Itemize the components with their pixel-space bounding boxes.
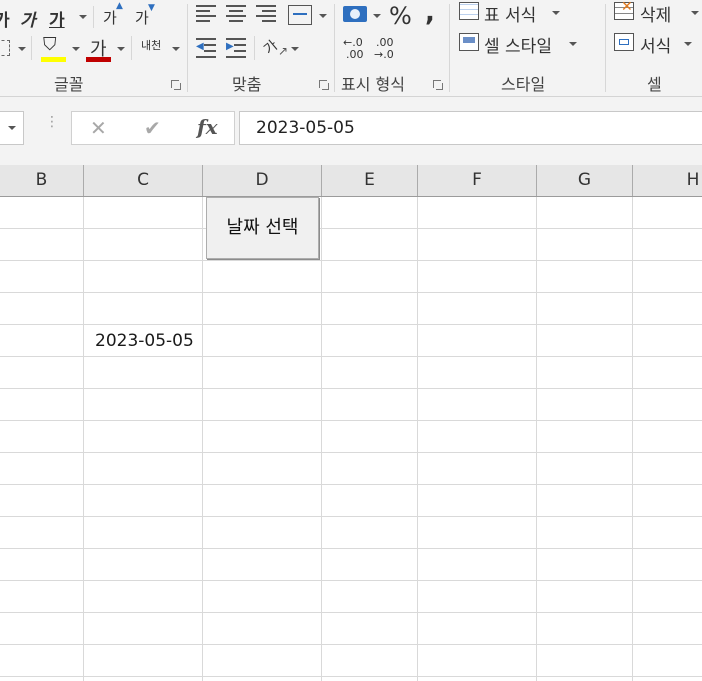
increase-indent-icon[interactable]: ▶ bbox=[226, 38, 248, 58]
column-header-f[interactable]: F bbox=[418, 165, 537, 196]
number-group-label: 표시 형식 bbox=[341, 75, 405, 94]
delete-dropdown-icon[interactable] bbox=[691, 11, 699, 15]
number-group: % , ←.0 .00 .00 →.0 표시 형식 bbox=[335, 0, 448, 97]
column-header-e[interactable]: E bbox=[322, 165, 418, 196]
column-header-g[interactable]: G bbox=[537, 165, 633, 196]
number-launcher-icon[interactable] bbox=[433, 80, 443, 90]
font-color-bar bbox=[86, 57, 111, 62]
table-format-icon bbox=[459, 2, 479, 20]
accounting-format-icon[interactable] bbox=[343, 6, 367, 22]
font-group: 가 가 가 가 ▲ 가 ▼ ⛉ 가 내천 글꼴 bbox=[0, 0, 187, 97]
cancel-icon[interactable]: ✕ bbox=[90, 116, 107, 140]
orientation-arrow-icon: ↗ bbox=[278, 44, 289, 58]
italic-button[interactable]: 가 bbox=[20, 6, 36, 31]
delete-cells-icon: ✕ bbox=[614, 0, 634, 20]
delete-cells-button[interactable]: 삭제 bbox=[640, 1, 671, 26]
font-group-label: 글꼴 bbox=[54, 75, 84, 94]
grow-font-button[interactable]: 가 bbox=[103, 7, 117, 28]
shrink-font-button[interactable]: 가 bbox=[135, 7, 149, 28]
percent-button[interactable]: % bbox=[389, 2, 412, 30]
cell-style-button[interactable]: 셀 스타일 bbox=[484, 32, 552, 57]
cells-group: ✕ 삭제 서식 셀 bbox=[606, 0, 702, 97]
comma-button[interactable]: , bbox=[425, 0, 435, 28]
alignment-launcher-icon[interactable] bbox=[319, 80, 329, 90]
format-cells-button[interactable]: 서식 bbox=[640, 32, 671, 57]
fill-color-icon[interactable]: ⛉ bbox=[43, 34, 57, 55]
merge-dropdown-icon[interactable] bbox=[319, 14, 327, 18]
cell-c5-value[interactable]: 2023-05-05 bbox=[95, 331, 194, 351]
ribbon: 가 가 가 가 ▲ 가 ▼ ⛉ 가 내천 글꼴 ◀ ▶ 가 ↗ 맞춤 % , ←… bbox=[0, 0, 702, 97]
align-middle-icon[interactable] bbox=[226, 5, 248, 25]
cell-style-icon bbox=[459, 33, 479, 51]
name-box-dropdown-icon[interactable] bbox=[8, 126, 16, 130]
merge-center-icon[interactable] bbox=[288, 5, 312, 25]
fill-color-bar bbox=[41, 57, 66, 62]
enter-icon[interactable]: ✔ bbox=[144, 116, 161, 140]
grow-font-arrow-icon: ▲ bbox=[116, 1, 123, 11]
column-headers: B C D E F G H bbox=[0, 165, 702, 197]
column-header-h[interactable]: H bbox=[633, 165, 702, 196]
accounting-dropdown-icon[interactable] bbox=[373, 14, 381, 18]
fill-color-dropdown-icon[interactable] bbox=[72, 47, 80, 51]
decrease-indent-icon[interactable]: ◀ bbox=[196, 38, 218, 58]
column-header-c[interactable]: C bbox=[84, 165, 203, 196]
column-header-b[interactable]: B bbox=[0, 165, 84, 196]
decrease-decimal-button[interactable]: .00 →.0 bbox=[374, 36, 402, 64]
cells-group-label: 셀 bbox=[647, 75, 662, 94]
formula-bar-area: ⋮ ✕ ✔ fx 2023-05-05 bbox=[0, 97, 702, 165]
column-header-d[interactable]: D bbox=[203, 165, 322, 196]
align-top-icon[interactable] bbox=[196, 5, 218, 25]
formula-input[interactable]: 2023-05-05 bbox=[239, 111, 702, 145]
table-format-button[interactable]: 표 서식 bbox=[484, 1, 536, 26]
format-dropdown-icon[interactable] bbox=[684, 42, 692, 46]
alignment-group: ◀ ▶ 가 ↗ 맞춤 bbox=[188, 0, 334, 97]
borders-dropdown-icon[interactable] bbox=[18, 47, 26, 51]
shrink-font-arrow-icon: ▼ bbox=[148, 3, 155, 13]
cell-grid[interactable]: 2023-05-05 bbox=[0, 197, 702, 681]
borders-icon[interactable] bbox=[0, 40, 10, 56]
table-format-dropdown-icon[interactable] bbox=[552, 11, 560, 15]
date-select-button[interactable]: 날짜 선택 bbox=[206, 197, 319, 259]
increase-decimal-button[interactable]: ←.0 .00 bbox=[343, 36, 371, 64]
formula-bar-splitter-icon[interactable]: ⋮ bbox=[45, 115, 59, 129]
font-glyph-partial: 가 bbox=[0, 11, 10, 31]
font-color-dropdown-icon[interactable] bbox=[117, 47, 125, 51]
align-bottom-icon[interactable] bbox=[256, 5, 278, 25]
formula-buttons: ✕ ✔ fx bbox=[71, 111, 235, 145]
format-cells-icon bbox=[614, 33, 634, 51]
style-group: 표 서식 셀 스타일 스타일 bbox=[450, 0, 605, 97]
orientation-dropdown-icon[interactable] bbox=[291, 47, 299, 51]
phonetic-dropdown-icon[interactable] bbox=[172, 47, 180, 51]
name-box[interactable] bbox=[0, 111, 24, 145]
cell-style-dropdown-icon[interactable] bbox=[569, 42, 577, 46]
underline-dropdown-icon[interactable] bbox=[79, 15, 87, 19]
alignment-group-label: 맞춤 bbox=[232, 75, 262, 94]
insert-function-icon[interactable]: fx bbox=[197, 115, 218, 139]
font-launcher-icon[interactable] bbox=[171, 80, 181, 90]
underline-button[interactable]: 가 bbox=[49, 6, 65, 31]
style-group-label: 스타일 bbox=[501, 75, 546, 94]
phonetic-guide-button[interactable]: 내천 bbox=[141, 37, 161, 53]
